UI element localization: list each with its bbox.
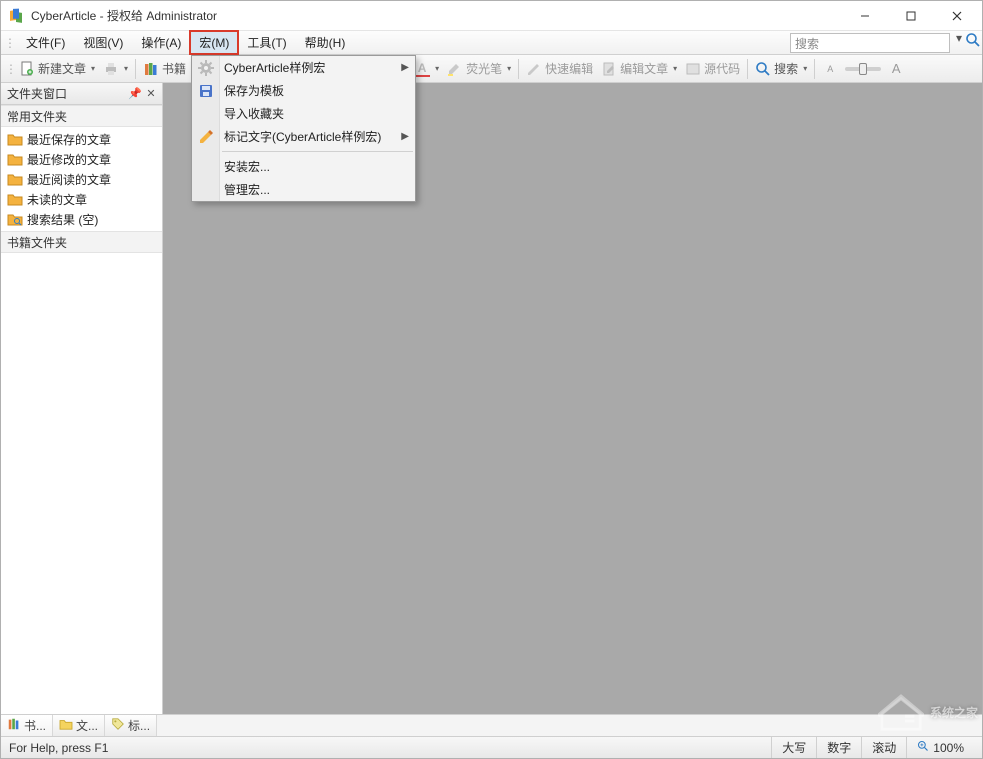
tree-item-recent-saved[interactable]: 最近保存的文章 xyxy=(1,129,162,149)
submenu-caret-icon: ▶ xyxy=(401,62,409,73)
tree-item-unread[interactable]: 未读的文章 xyxy=(1,189,162,209)
macro-menu-sample[interactable]: CyberArticle样例宏 ▶ xyxy=(192,56,415,79)
tree-item-recent-modified[interactable]: 最近修改的文章 xyxy=(1,149,162,169)
books-button[interactable]: 书籍 xyxy=(139,57,190,81)
status-scroll: 滚动 xyxy=(861,737,906,758)
minimize-button[interactable] xyxy=(842,1,888,31)
folder-search-icon xyxy=(7,212,23,226)
sidebar-tabs: 书... 文... 标... xyxy=(1,714,982,736)
menu-macro[interactable]: 宏(M) xyxy=(190,31,238,54)
pin-icon[interactable]: 📌 xyxy=(128,87,142,101)
new-article-button[interactable]: 新建文章▾ xyxy=(15,57,99,81)
folder-icon xyxy=(7,192,23,206)
title-bar: CyberArticle - 授权给 Administrator xyxy=(1,1,982,31)
app-icon xyxy=(9,8,25,24)
toolbar: ⋮ 新建文章▾ ▾ 书籍 A▾ 荧光笔▾ 快速编辑 编辑文章▾ 源代码 搜索▾ … xyxy=(1,55,982,83)
print-icon xyxy=(103,61,119,77)
status-zoom: 100% xyxy=(906,737,974,758)
save-template-icon xyxy=(197,82,215,100)
edit-doc-icon xyxy=(601,61,617,77)
macro-menu-manage[interactable]: 管理宏... xyxy=(192,178,415,201)
books-icon xyxy=(143,61,159,77)
menu-file[interactable]: 文件(F) xyxy=(17,31,74,54)
sidebar-common-tree: 最近保存的文章 最近修改的文章 最近阅读的文章 未读的文章 搜索结果 (空) xyxy=(1,127,162,231)
zoom-larger-button[interactable]: A xyxy=(884,57,908,81)
text-color-icon: A xyxy=(414,61,430,77)
macro-menu-save-template[interactable]: 保存为模板 xyxy=(192,79,415,102)
menubar-search-input[interactable]: 搜索 xyxy=(790,33,950,53)
macro-dropdown-menu: CyberArticle样例宏 ▶ 保存为模板 导入收藏夹 标记文字(Cyber… xyxy=(191,55,416,202)
folder-icon xyxy=(7,132,23,146)
toolbar-grip-2[interactable]: ⋮ xyxy=(5,62,11,76)
menu-bar: ⋮ 文件(F) 视图(V) 操作(A) 宏(M) 工具(T) 帮助(H) 搜索 … xyxy=(1,31,982,55)
sidebar-tab-files[interactable]: 文... xyxy=(53,715,105,736)
zoom-slider[interactable] xyxy=(845,67,881,71)
tree-item-recent-read[interactable]: 最近阅读的文章 xyxy=(1,169,162,189)
font-smaller-icon: A xyxy=(822,61,838,77)
highlighter-button[interactable]: 荧光笔▾ xyxy=(443,57,515,81)
status-bar: For Help, press F1 大写 数字 滚动 100% xyxy=(1,736,982,758)
print-button[interactable]: ▾ xyxy=(99,57,132,81)
pencil-icon xyxy=(197,128,215,146)
sidebar: 文件夹窗口 📌 ✕ 常用文件夹 最近保存的文章 最近修改的文章 最近阅读的文章 … xyxy=(1,83,163,714)
new-doc-icon xyxy=(19,61,35,77)
quick-edit-button[interactable]: 快速编辑 xyxy=(522,57,597,81)
search-dropdown-caret[interactable]: ▾ xyxy=(954,31,964,54)
close-button[interactable] xyxy=(934,1,980,31)
menu-view[interactable]: 视图(V) xyxy=(74,31,132,54)
sidebar-tab-tags[interactable]: 标... xyxy=(105,715,157,736)
menu-help[interactable]: 帮助(H) xyxy=(296,31,355,54)
window-title: CyberArticle - 授权给 Administrator xyxy=(31,7,217,24)
edit-article-button[interactable]: 编辑文章▾ xyxy=(597,57,681,81)
folder-icon xyxy=(59,718,73,733)
panel-close-icon[interactable]: ✕ xyxy=(144,87,158,101)
macro-menu-install[interactable]: 安装宏... xyxy=(192,155,415,178)
source-code-button[interactable]: 源代码 xyxy=(681,57,744,81)
search-icon xyxy=(755,61,771,77)
status-caps: 大写 xyxy=(771,737,816,758)
folder-icon xyxy=(7,152,23,166)
sidebar-panel-title: 文件夹窗口 xyxy=(7,85,67,102)
source-icon xyxy=(685,61,701,77)
zoom-icon xyxy=(917,740,929,755)
menu-tools[interactable]: 工具(T) xyxy=(238,31,295,54)
tag-icon xyxy=(111,717,125,734)
gear-icon xyxy=(197,59,215,77)
folder-icon xyxy=(7,172,23,186)
macro-menu-mark-text[interactable]: 标记文字(CyberArticle样例宏) ▶ xyxy=(192,125,415,148)
search-icon[interactable] xyxy=(964,31,982,49)
highlighter-icon xyxy=(447,61,463,77)
sidebar-section-common: 常用文件夹 xyxy=(1,105,162,127)
status-num: 数字 xyxy=(816,737,861,758)
toolbar-search-button[interactable]: 搜索▾ xyxy=(751,57,811,81)
tree-item-search-results[interactable]: 搜索结果 (空) xyxy=(1,209,162,229)
sidebar-section-books: 书籍文件夹 xyxy=(1,231,162,253)
submenu-caret-icon: ▶ xyxy=(401,131,409,142)
status-help-text: For Help, press F1 xyxy=(9,741,108,755)
zoom-smaller-button[interactable]: A xyxy=(818,57,842,81)
font-larger-icon: A xyxy=(888,61,904,77)
macro-menu-import-favorites[interactable]: 导入收藏夹 xyxy=(192,102,415,125)
toolbar-grip[interactable]: ⋮ xyxy=(7,31,13,54)
pencil-icon xyxy=(526,61,542,77)
menu-action[interactable]: 操作(A) xyxy=(132,31,190,54)
sidebar-tab-books[interactable]: 书... xyxy=(1,715,53,736)
sidebar-panel-header: 文件夹窗口 📌 ✕ xyxy=(1,83,162,105)
maximize-button[interactable] xyxy=(888,1,934,31)
menu-separator xyxy=(222,151,413,152)
books-icon xyxy=(7,717,21,734)
